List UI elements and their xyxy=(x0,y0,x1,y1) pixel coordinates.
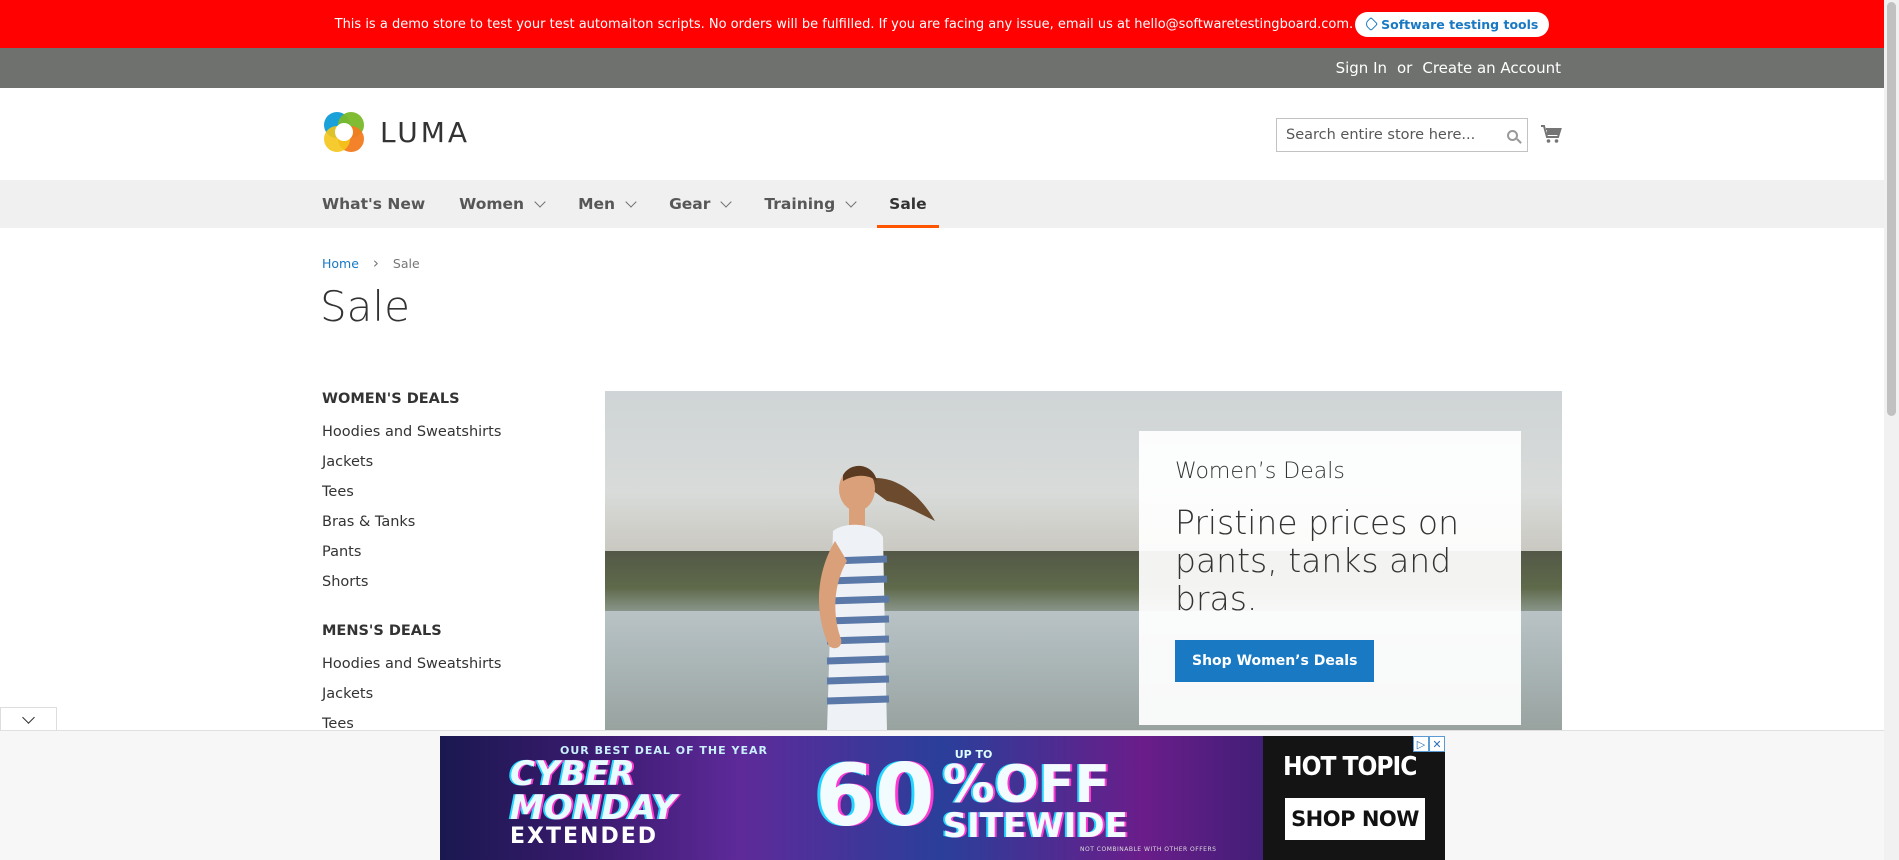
chevron-down-icon xyxy=(845,195,857,208)
womens-deals-title: WOMEN'S DEALS xyxy=(322,391,460,407)
luma-logo[interactable]: LUMA xyxy=(322,110,470,154)
mens-deals-group: MENS'S DEALS Hoodies and Sweatshirts Jac… xyxy=(322,623,572,743)
ad-fine-print: NOT COMBINABLE WITH OTHER OFFERS xyxy=(1080,846,1217,853)
search-input[interactable]: Search entire store here... xyxy=(1276,118,1528,152)
ad-big-line-2: MONDAY xyxy=(510,788,677,828)
software-testing-tools-label: Software testing tools xyxy=(1381,16,1539,32)
sidebar-link[interactable]: Tees xyxy=(322,481,572,511)
sidebar-link[interactable]: Jackets xyxy=(322,451,572,481)
chevron-down-icon xyxy=(534,195,546,208)
chevron-down-icon xyxy=(22,710,35,724)
page-title: Sale xyxy=(320,282,410,331)
nav-item-whats-new[interactable]: What's New xyxy=(322,180,437,228)
breadcrumb-home-link[interactable]: Home xyxy=(322,256,359,271)
scrollbar-thumb[interactable] xyxy=(1887,2,1896,416)
breadcrumb-separator: › xyxy=(372,254,379,272)
sidebar-link[interactable]: Pants xyxy=(322,541,572,571)
nav-label: Sale xyxy=(889,195,927,213)
ad-collapse-toggle[interactable] xyxy=(0,707,57,731)
ad-brand: HOT TOPIC xyxy=(1283,752,1417,782)
cart-icon[interactable] xyxy=(1540,124,1562,144)
demo-notice-text: This is a demo store to test your test a… xyxy=(334,16,1354,32)
search-icon[interactable] xyxy=(1507,129,1518,141)
nav-label: Men xyxy=(578,195,616,213)
page-scrollbar[interactable] xyxy=(1884,0,1899,860)
breadcrumb-current: Sale xyxy=(392,255,420,271)
sidebar-link[interactable]: Jackets xyxy=(322,683,572,713)
chevron-down-icon xyxy=(625,195,637,208)
womens-deals-group: WOMEN'S DEALS Hoodies and Sweatshirts Ja… xyxy=(322,391,572,601)
ad-extended: EXTENDED xyxy=(510,824,658,849)
software-testing-tools-button[interactable]: Software testing tools xyxy=(1355,11,1550,37)
nav-label: What's New xyxy=(322,195,426,213)
ad-percent: 60 xyxy=(815,745,935,846)
shop-womens-deals-button[interactable]: Shop Women’s Deals xyxy=(1175,640,1375,682)
sidebar-link[interactable]: Shorts xyxy=(322,571,572,601)
nav-item-women[interactable]: Women xyxy=(447,180,556,228)
ad-off: %OFF xyxy=(942,755,1111,815)
or-text: or xyxy=(1397,59,1413,77)
nav-item-training[interactable]: Training xyxy=(752,180,867,228)
ad-shop-now-button[interactable]: SHOP NOW xyxy=(1285,798,1425,840)
luma-logo-text: LUMA xyxy=(380,115,471,149)
nav-label: Gear xyxy=(669,195,711,213)
demo-notice-bar: This is a demo store to test your test a… xyxy=(0,0,1884,48)
hero-headline: Pristine prices on pants, tanks and bras… xyxy=(1175,503,1459,618)
hero-card: Women’s Deals Pristine prices on pants, … xyxy=(1139,431,1521,725)
sidebar: WOMEN'S DEALS Hoodies and Sweatshirts Ja… xyxy=(322,391,572,765)
nav-item-sale[interactable]: Sale xyxy=(877,180,939,228)
mens-deals-title: MENS'S DEALS xyxy=(322,623,442,639)
womens-deals-hero-banner[interactable]: Women’s Deals Pristine prices on pants, … xyxy=(605,391,1562,731)
sidebar-link[interactable]: Hoodies and Sweatshirts xyxy=(322,653,572,683)
close-icon[interactable]: ✕ xyxy=(1429,736,1445,752)
ad-big-line-1: CYBER xyxy=(510,754,635,794)
ad-left-text: OUR BEST DEAL OF THE YEAR CYBER MONDAY E… xyxy=(510,744,768,849)
breadcrumb: Home › Sale xyxy=(322,254,420,272)
chevron-down-icon xyxy=(720,195,733,208)
ad-sitewide: SITEWIDE xyxy=(942,806,1128,846)
ad-discount: 60 UP TO %OFF SITEWIDE xyxy=(815,748,1128,843)
search-placeholder: Search entire store here... xyxy=(1286,127,1476,143)
tag-icon xyxy=(1364,16,1379,32)
hero-kicker: Women’s Deals xyxy=(1175,459,1345,484)
ad-info-icon[interactable]: ▷ xyxy=(1413,736,1429,752)
create-account-link[interactable]: Create an Account xyxy=(1422,59,1561,77)
luma-logo-icon xyxy=(322,110,366,154)
sidebar-link[interactable]: Hoodies and Sweatshirts xyxy=(322,421,572,451)
sidebar-link[interactable]: Bras & Tanks xyxy=(322,511,572,541)
nav-label: Women xyxy=(459,195,525,213)
nav-item-men[interactable]: Men xyxy=(566,180,647,228)
main-navigation: What's New Women Men Gear Training Sale xyxy=(0,180,1884,228)
nav-item-gear[interactable]: Gear xyxy=(657,180,742,228)
ad-controls: ▷ ✕ xyxy=(1413,736,1445,752)
nav-label: Training xyxy=(764,195,836,213)
runner-image xyxy=(818,465,935,731)
sign-in-link[interactable]: Sign In xyxy=(1336,59,1387,77)
hot-topic-ad-banner[interactable]: OUR BEST DEAL OF THE YEAR CYBER MONDAY E… xyxy=(440,736,1445,860)
ad-brand-panel: HOT TOPIC SHOP NOW xyxy=(1263,736,1445,860)
panel-header: Sign In or Create an Account xyxy=(0,48,1884,88)
